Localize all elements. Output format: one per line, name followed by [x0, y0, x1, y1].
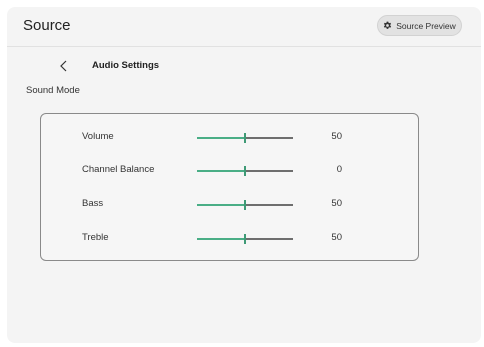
- slider-fill: [197, 137, 245, 139]
- slider-fill: [197, 238, 245, 240]
- source-preview-label: Source Preview: [396, 20, 456, 31]
- treble-slider[interactable]: [197, 233, 293, 245]
- slider-thumb[interactable]: [244, 234, 246, 244]
- setting-row-bass: Bass 50: [41, 195, 418, 215]
- setting-row-channel-balance: Channel Balance 0: [41, 161, 418, 181]
- slider-thumb[interactable]: [244, 166, 246, 176]
- setting-label: Bass: [82, 198, 104, 209]
- source-panel: Source Source Preview Audio Settings Sou…: [7, 7, 481, 343]
- settings-card: Volume 50 Channel Balance 0 Bass 50 Treb…: [40, 113, 419, 261]
- setting-value: 50: [331, 232, 342, 243]
- setting-label: Channel Balance: [82, 164, 155, 175]
- bass-slider[interactable]: [197, 199, 293, 211]
- setting-value: 0: [336, 164, 342, 175]
- source-preview-button[interactable]: Source Preview: [377, 15, 462, 36]
- slider-thumb[interactable]: [244, 133, 246, 143]
- setting-row-treble: Treble 50: [41, 229, 418, 249]
- slider-fill: [197, 204, 245, 206]
- setting-row-volume: Volume 50: [41, 128, 418, 148]
- gear-icon: [384, 21, 392, 29]
- setting-label: Volume: [82, 131, 114, 142]
- header: Source Source Preview: [7, 7, 481, 47]
- slider-thumb[interactable]: [244, 200, 246, 210]
- section-label: Sound Mode: [26, 85, 80, 96]
- setting-label: Treble: [82, 232, 109, 243]
- slider-fill: [197, 170, 245, 172]
- page-title: Source: [23, 17, 71, 34]
- chevron-left-icon[interactable]: [57, 59, 71, 73]
- setting-value: 50: [331, 131, 342, 142]
- setting-value: 50: [331, 198, 342, 209]
- channel-balance-slider[interactable]: [197, 165, 293, 177]
- subpage-title: Audio Settings: [92, 60, 160, 71]
- volume-slider[interactable]: [197, 132, 293, 144]
